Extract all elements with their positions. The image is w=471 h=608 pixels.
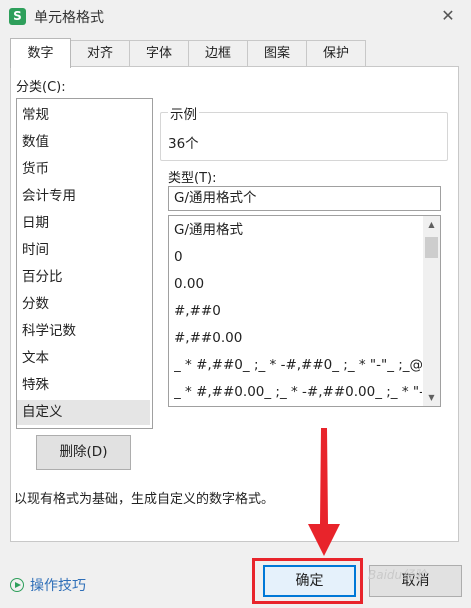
- type-option[interactable]: G/通用格式: [174, 220, 422, 240]
- category-item-accounting[interactable]: 会计专用: [17, 184, 150, 209]
- category-item-number[interactable]: 数值: [17, 130, 150, 155]
- tab-alignment[interactable]: 对齐: [70, 40, 130, 66]
- description-text: 以现有格式为基础，生成自定义的数字格式。: [14, 492, 275, 507]
- tab-border[interactable]: 边框: [188, 40, 248, 66]
- type-option[interactable]: 0: [174, 247, 422, 267]
- category-item-custom[interactable]: 自定义: [17, 400, 150, 425]
- sample-groupbox: [160, 112, 448, 161]
- category-item-general[interactable]: 常规: [17, 103, 150, 128]
- type-label: 类型(T):: [168, 171, 217, 186]
- category-item-time[interactable]: 时间: [17, 238, 150, 263]
- play-circle-icon: [10, 578, 24, 592]
- type-input[interactable]: G/通用格式个: [168, 186, 441, 211]
- type-option[interactable]: #,##0: [174, 301, 422, 321]
- category-item-currency[interactable]: 货币: [17, 157, 150, 182]
- tab-number[interactable]: 数字: [10, 38, 71, 68]
- category-item-scientific[interactable]: 科学记数: [17, 319, 150, 344]
- tab-pattern[interactable]: 图案: [247, 40, 307, 66]
- annotation-arrow: [308, 428, 340, 556]
- type-option[interactable]: _ * #,##0.00_ ;_ * -#,##0.00_ ;_ * "-"??…: [174, 382, 422, 402]
- wps-app-icon: S: [9, 8, 26, 25]
- type-list-scrollbar[interactable]: ▲ ▼: [423, 216, 440, 406]
- tab-protection[interactable]: 保护: [306, 40, 366, 66]
- category-item-fraction[interactable]: 分数: [17, 292, 150, 317]
- category-label: 分类(C):: [16, 80, 66, 95]
- type-option[interactable]: 0.00: [174, 274, 422, 294]
- tips-link[interactable]: 操作技巧: [10, 575, 86, 595]
- category-item-date[interactable]: 日期: [17, 211, 150, 236]
- ok-button[interactable]: 确定: [263, 565, 356, 597]
- type-option[interactable]: #,##0.00: [174, 328, 422, 348]
- tab-font[interactable]: 字体: [129, 40, 189, 66]
- sample-value: 36个: [168, 136, 199, 152]
- sample-label: 示例: [168, 103, 199, 123]
- category-item-percentage[interactable]: 百分比: [17, 265, 150, 290]
- tips-label: 操作技巧: [30, 578, 86, 594]
- category-item-text[interactable]: 文本: [17, 346, 150, 371]
- scroll-thumb[interactable]: [425, 237, 438, 258]
- category-item-special[interactable]: 特殊: [17, 373, 150, 398]
- scroll-up-arrow-icon[interactable]: ▲: [423, 216, 440, 233]
- cancel-button[interactable]: 取消: [369, 565, 462, 597]
- scroll-down-arrow-icon[interactable]: ▼: [423, 389, 440, 406]
- delete-button[interactable]: 删除(D): [36, 435, 131, 470]
- type-list[interactable]: G/通用格式 0 0.00 #,##0 #,##0.00 _ * #,##0_ …: [168, 215, 441, 407]
- category-list[interactable]: 常规 数值 货币 会计专用 日期 时间 百分比 分数 科学记数 文本 特殊 自定…: [16, 98, 153, 429]
- dialog-title: 单元格格式: [34, 10, 104, 26]
- close-icon[interactable]: ✕: [436, 5, 460, 27]
- type-option[interactable]: _ * #,##0_ ;_ * -#,##0_ ;_ * "-"_ ;_@_: [174, 355, 422, 375]
